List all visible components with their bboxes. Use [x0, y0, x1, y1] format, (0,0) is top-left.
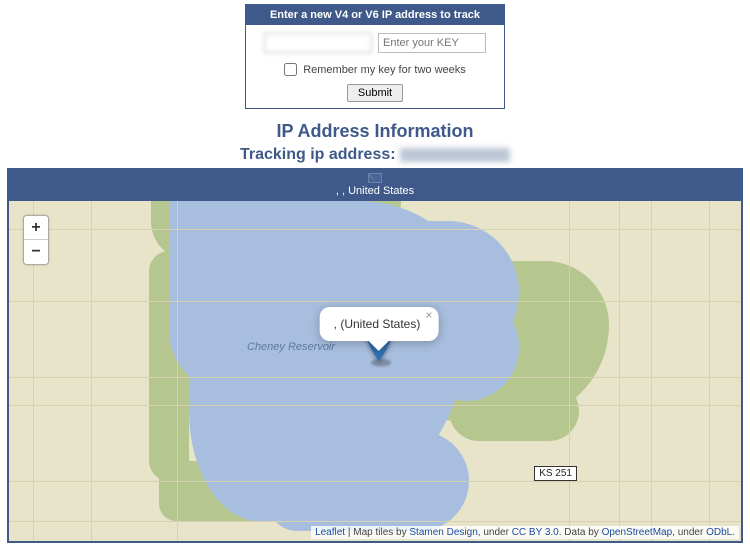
attribution-text: , under [672, 527, 706, 538]
ip-input[interactable] [264, 33, 372, 53]
tracking-label: Tracking ip address: [240, 146, 396, 163]
attribution-text: . [732, 527, 735, 538]
flag-icon [368, 173, 382, 183]
attribution-stamen-link[interactable]: Stamen Design [409, 527, 477, 538]
form-header: Enter a new V4 or V6 IP address to track [246, 5, 504, 25]
attribution-cc-link[interactable]: CC BY 3.0 [512, 527, 559, 538]
attribution-text: , under [478, 527, 512, 538]
close-icon[interactable]: × [425, 309, 432, 321]
remember-row[interactable]: Remember my key for two weeks [256, 63, 494, 76]
road-badge-ks251: KS 251 [534, 466, 577, 481]
map-attribution: Leaflet | Map tiles by Stamen Design, un… [311, 526, 739, 539]
remember-checkbox[interactable] [284, 63, 297, 76]
form-input-row [256, 33, 494, 53]
attribution-text: | Map tiles by [345, 527, 409, 538]
section-title: IP Address Information [0, 121, 750, 142]
attribution-leaflet-link[interactable]: Leaflet [315, 527, 345, 538]
ip-form-box: Enter a new V4 or V6 IP address to track… [245, 4, 505, 109]
submit-button[interactable]: Submit [347, 84, 403, 102]
map-frame: , , United States [7, 168, 743, 543]
key-input[interactable] [378, 33, 486, 53]
zoom-out-button[interactable]: − [24, 240, 48, 264]
attribution-odbl-link[interactable]: ODbL [706, 527, 732, 538]
map-country-bar: , , United States [9, 170, 741, 201]
tracking-line: Tracking ip address: [0, 146, 750, 164]
popup-text: , (United States) [334, 317, 421, 331]
map-popup: × , (United States) [320, 307, 439, 341]
reservoir-label: Cheney Reservoir [247, 341, 335, 353]
zoom-control: + − [23, 215, 49, 265]
remember-label: Remember my key for two weeks [303, 64, 466, 76]
tracking-ip-value [400, 148, 510, 162]
country-name: United States [348, 185, 414, 197]
form-body: Remember my key for two weeks Submit [246, 25, 504, 108]
attribution-osm-link[interactable]: OpenStreetMap [602, 527, 673, 538]
country-prefix: , , [336, 185, 345, 197]
zoom-in-button[interactable]: + [24, 216, 48, 240]
map-canvas[interactable]: Cheney Reservoir KS 251 + − × , (United … [9, 201, 741, 541]
attribution-text: . Data by [559, 527, 602, 538]
map-roads [9, 201, 741, 541]
